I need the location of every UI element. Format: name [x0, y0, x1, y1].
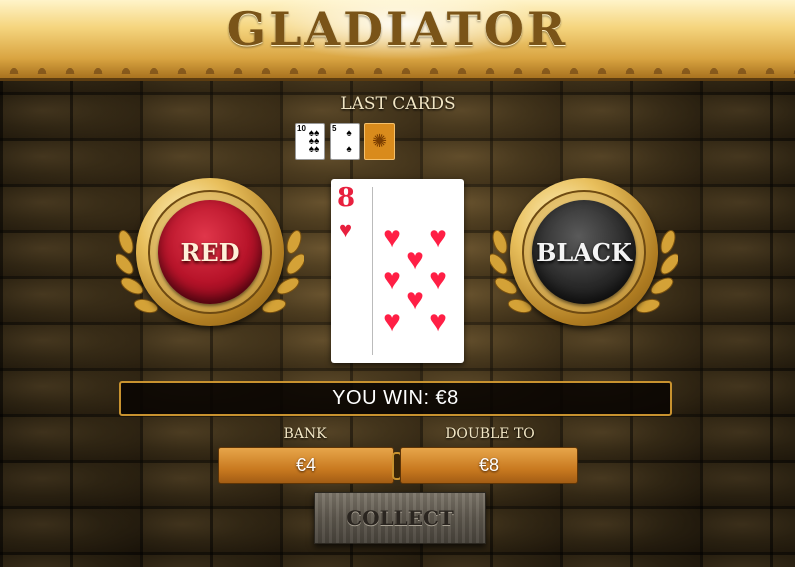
last-card-1: 10 ♠♠ ♠♠ ♠♠	[295, 123, 325, 160]
compass-back-icon: ✺	[371, 131, 388, 151]
heart-pip-icon: ♥	[383, 305, 401, 338]
collect-button[interactable]: COLLECT	[314, 492, 486, 544]
double-to-value: €8	[400, 447, 578, 484]
game-title: GLADIATOR	[226, 2, 569, 56]
bank-label: BANK	[283, 426, 327, 442]
heart-pip-icon: ♥	[429, 305, 447, 338]
black-button-label[interactable]: BLACK	[532, 200, 636, 304]
spade-icon: ♠ ♠	[346, 128, 352, 155]
double-to-label: DOUBLE TO	[445, 426, 535, 442]
current-card: 8 ♥ ♥ ♥ ♥ ♥ ♥ ♥ ♥ ♥	[331, 179, 464, 363]
last-card-3-back: ✺	[364, 123, 395, 160]
red-button-label[interactable]: RED	[158, 200, 262, 304]
card-rank: 8	[337, 183, 356, 213]
red-bet-button[interactable]: RED	[116, 172, 304, 332]
black-bet-button[interactable]: BLACK	[490, 172, 678, 332]
last-card-2: 5 ♠ ♠	[330, 123, 360, 160]
heart-icon: ♥	[339, 217, 353, 242]
win-message: YOU WIN: €8	[119, 381, 672, 416]
title-banner: GLADIATOR	[0, 0, 795, 81]
last-cards-label: LAST CARDS	[340, 94, 456, 114]
bank-value: €4	[218, 447, 394, 484]
spade-icon: ♠♠ ♠♠ ♠♠	[308, 128, 320, 155]
